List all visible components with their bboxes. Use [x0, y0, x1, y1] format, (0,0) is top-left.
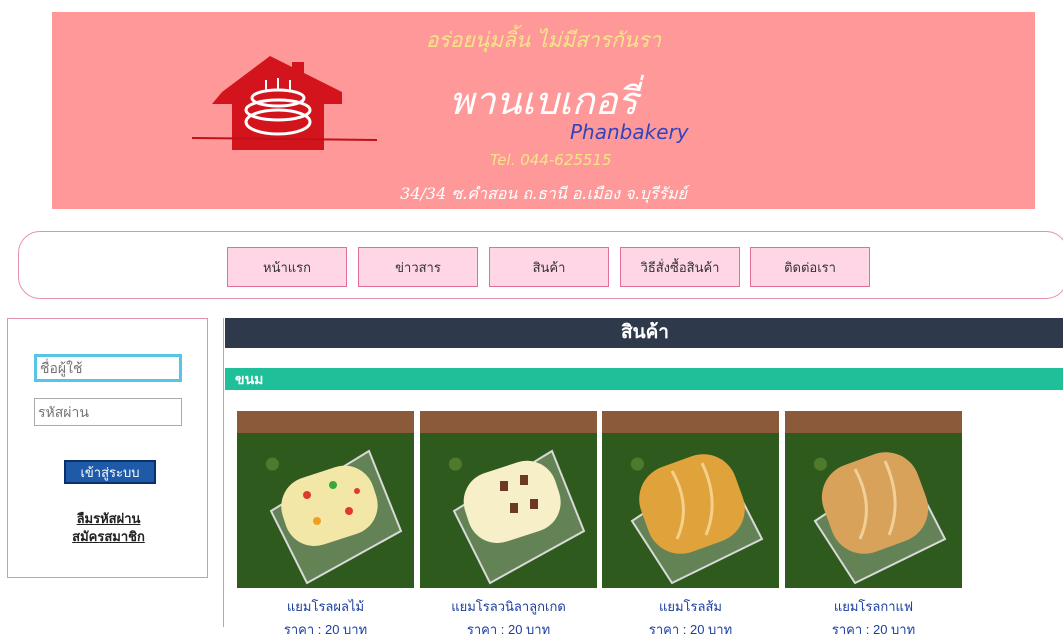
nav-item-how-to-order[interactable]: วิธีสั่งซื้อสินค้า [620, 247, 740, 287]
nav-item-contact[interactable]: ติดต่อเรา [750, 247, 870, 287]
product-price: ราคา : 20 บาท [283, 622, 368, 637]
nav-item-home[interactable]: หน้าแรก [227, 247, 347, 287]
banner-title: พานเบเกอรี่ [449, 79, 638, 123]
product-card[interactable]: แยมโรลวนิลาลูกเกด ราคา : 20 บาท [420, 411, 597, 640]
username-input[interactable] [34, 354, 182, 382]
product-price: ราคา : 20 บาท [466, 622, 551, 637]
product-image[interactable] [602, 411, 779, 588]
login-panel: เข้าสู่ระบบ ลืมรหัสผ่าน สมัครสมาชิก [7, 318, 208, 578]
nav-item-news[interactable]: ข่าวสาร [358, 247, 478, 287]
product-price: ราคา : 20 บาท [648, 622, 733, 637]
banner-tagline: อร่อยนุ่มลิ้น ไม่มีสารกันรา [425, 28, 662, 52]
product-image[interactable] [785, 411, 962, 588]
category-heading: ขนม [225, 368, 1063, 390]
product-image[interactable] [237, 411, 414, 588]
product-image[interactable] [420, 411, 597, 588]
main-nav: หน้าแรก ข่าวสาร สินค้า วิธีสั่งซื้อสินค้… [18, 231, 1063, 299]
password-input[interactable] [34, 398, 182, 426]
products-section: สินค้า ขนม แยมโรลผลไม้ ราคา : 20 บาท แยม… [223, 318, 1063, 637]
register-link[interactable]: สมัครสมาชิก [8, 526, 209, 547]
login-button[interactable]: เข้าสู่ระบบ [64, 460, 156, 484]
product-name[interactable]: แยมโรลกาแฟ [785, 596, 962, 617]
section-heading: สินค้า [225, 318, 1063, 348]
banner-address: 34/34 ซ.คำสอน ถ.ธานี อ.เมือง จ.บุรีรัมย์ [400, 184, 687, 203]
product-card[interactable]: แยมโรลกาแฟ ราคา : 20 บาท [785, 411, 962, 640]
product-card[interactable]: แยมโรลส้ม ราคา : 20 บาท [602, 411, 779, 640]
site-banner: อร่อยนุ่มลิ้น ไม่มีสารกันรา พานเบเกอรี่ … [52, 12, 1035, 209]
banner-telephone: Tel. 044-625515 [490, 151, 612, 169]
product-name[interactable]: แยมโรลส้ม [602, 596, 779, 617]
product-name[interactable]: แยมโรลผลไม้ [237, 596, 414, 617]
banner-english-name: Phanbakery [570, 120, 689, 144]
nav-item-products[interactable]: สินค้า [489, 247, 609, 287]
product-price: ราคา : 20 บาท [831, 622, 916, 637]
product-name[interactable]: แยมโรลวนิลาลูกเกด [420, 596, 597, 617]
product-card[interactable]: แยมโรลผลไม้ ราคา : 20 บาท [237, 411, 414, 640]
